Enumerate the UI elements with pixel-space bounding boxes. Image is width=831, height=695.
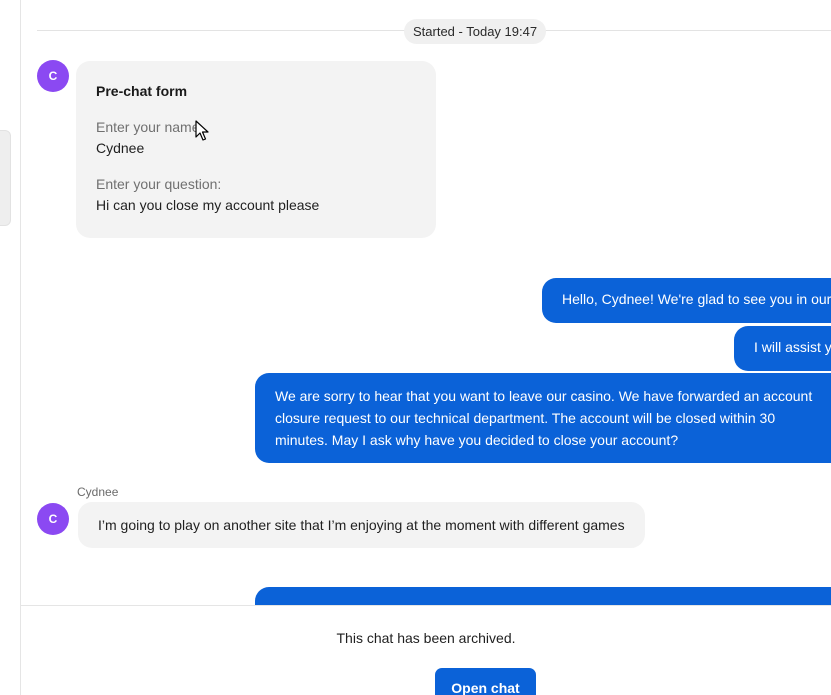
prechat-name-label: Enter your name (96, 119, 200, 135)
agent-message-line: minutes. May I ask why have you decided … (275, 432, 679, 448)
prechat-name-value: Cydnee (96, 140, 145, 156)
open-chat-button[interactable]: Open chat (435, 668, 536, 695)
agent-message-line: We are sorry to hear that you want to le… (275, 388, 813, 404)
customer-message: I’m going to play on another site that I… (78, 502, 645, 548)
agent-message-text: Hello, Cydnee! We're glad to see you in … (562, 291, 831, 307)
customer-avatar: C (37, 60, 69, 92)
chat-page: Started - Today 19:47 C Pre-chat form En… (0, 0, 831, 695)
prechat-question-value: Hi can you close my account please (96, 197, 320, 213)
customer-name-label: Cydnee (77, 485, 119, 499)
agent-message-assist: I will assist you (734, 326, 831, 371)
archived-footer: This chat has been archived. Open chat (21, 605, 831, 695)
side-panel-tab[interactable] (0, 130, 11, 226)
agent-message-greeting: Hello, Cydnee! We're glad to see you in … (542, 278, 831, 323)
agent-message-closure: We are sorry to hear that you want to le… (255, 373, 831, 463)
chat-started-badge: Started - Today 19:47 (404, 19, 547, 44)
agent-message-partial (255, 587, 831, 605)
chat-transcript[interactable]: Started - Today 19:47 C Pre-chat form En… (21, 0, 831, 605)
customer-avatar: C (37, 503, 69, 535)
prechat-form-title: Pre-chat form (96, 83, 188, 99)
agent-message-line: closure request to our technical departm… (275, 410, 776, 426)
prechat-question-label: Enter your question: (96, 176, 222, 192)
agent-message-text: I will assist you (754, 339, 831, 355)
archived-notice: This chat has been archived. (336, 630, 516, 646)
prechat-form-card: Pre-chat form Enter your name Cydnee Ent… (76, 61, 436, 238)
